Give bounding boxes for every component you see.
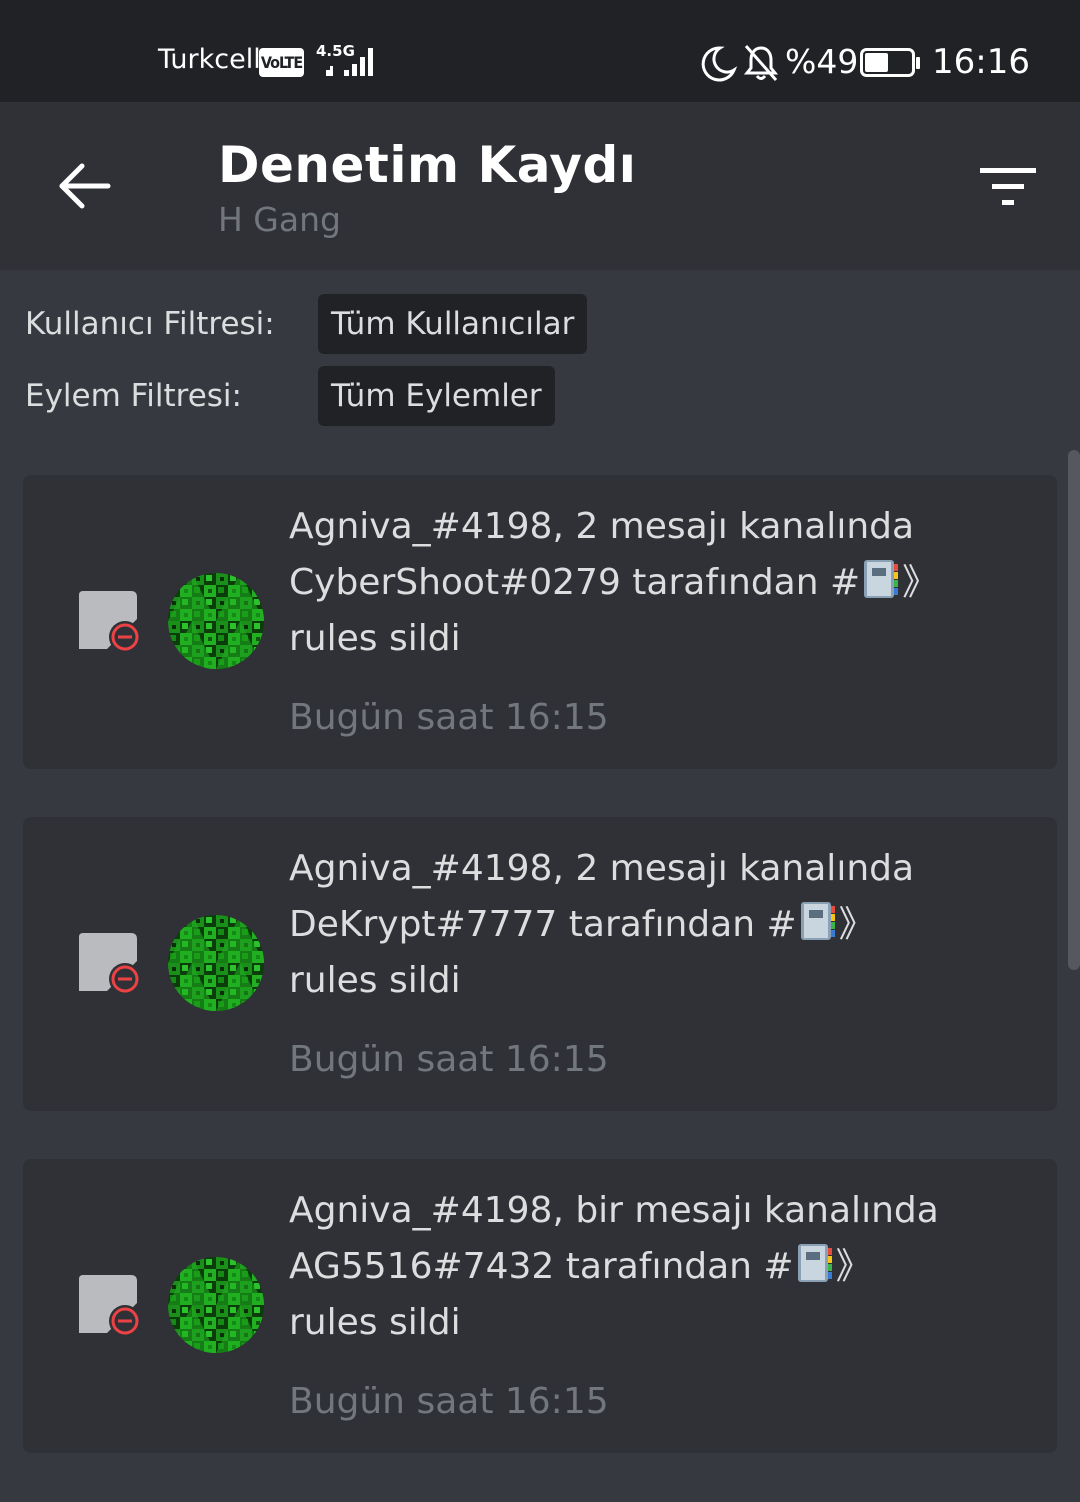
entry-description: Agniva_#4198, 2 mesajı kanalında CyberSh… <box>289 499 949 667</box>
avatar[interactable] <box>168 915 264 1011</box>
back-arrow-icon[interactable] <box>54 158 114 214</box>
filter-icon[interactable] <box>976 164 1040 208</box>
notebook-emoji-icon <box>800 902 835 940</box>
carrier-name: Turkcell <box>158 44 261 75</box>
avatar[interactable] <box>168 573 264 669</box>
entry-description: Agniva_#4198, bir mesajı kanalında AG551… <box>289 1183 949 1351</box>
bell-off-icon <box>744 45 778 81</box>
action-filter-label: Eylem Filtresi: <box>25 378 242 414</box>
volte-badge: VoLTE <box>259 48 304 77</box>
notebook-emoji-icon <box>797 1244 832 1282</box>
message-delete-icon <box>79 1275 141 1337</box>
entry-timestamp: Bugün saat 16:15 <box>289 1381 609 1422</box>
message-delete-icon <box>79 591 141 653</box>
moon-icon <box>701 46 738 82</box>
notebook-emoji-icon <box>864 560 899 598</box>
server-name: H Gang <box>218 200 341 239</box>
clock: 16:16 <box>932 42 1030 82</box>
audit-log-entry[interactable]: Agniva_#4198, 2 mesajı kanalında CyberSh… <box>23 475 1057 769</box>
action-filter-dropdown[interactable]: Tüm Eylemler <box>318 366 555 426</box>
scrollbar[interactable] <box>1068 450 1080 970</box>
message-delete-icon <box>79 933 141 995</box>
signal-icon <box>326 48 373 76</box>
user-filter-label: Kullanıcı Filtresi: <box>25 306 275 342</box>
page-title: Denetim Kaydı <box>218 136 637 194</box>
avatar[interactable] <box>168 1257 264 1353</box>
entry-text: Agniva_#4198, 2 mesajı kanalında CyberSh… <box>289 506 915 603</box>
user-filter-dropdown[interactable]: Tüm Kullanıcılar <box>318 294 588 354</box>
app-header: Denetim Kaydı H Gang <box>0 102 1080 270</box>
entry-timestamp: Bugün saat 16:15 <box>289 1039 609 1080</box>
battery-percent: %49 <box>785 42 859 81</box>
status-bar: Turkcell VoLTE 4.5G %49 16:16 <box>0 0 1080 102</box>
audit-log-entry[interactable]: Agniva_#4198, bir mesajı kanalında AG551… <box>23 1159 1057 1453</box>
battery-icon <box>860 48 920 77</box>
entry-description: Agniva_#4198, 2 mesajı kanalında DeKrypt… <box>289 841 949 1009</box>
entry-timestamp: Bugün saat 16:15 <box>289 697 609 738</box>
audit-log-entry[interactable]: Agniva_#4198, 2 mesajı kanalında DeKrypt… <box>23 817 1057 1111</box>
